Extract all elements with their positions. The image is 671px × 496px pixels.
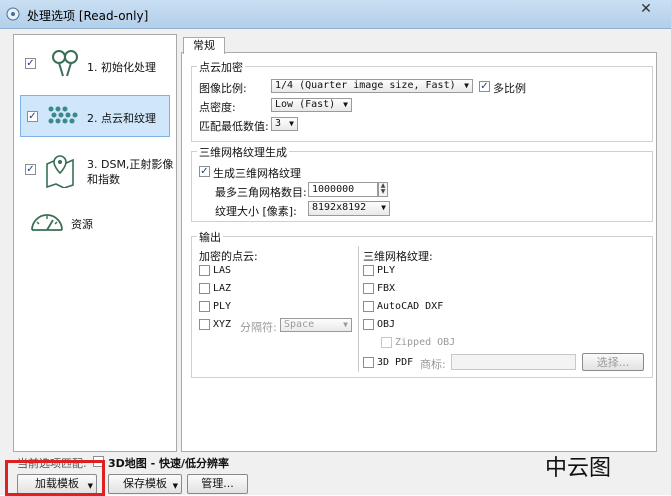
save-template-label: 保存模板: [123, 477, 167, 490]
point-density-value: Low (Fast): [275, 99, 336, 110]
mesh-group-title: 三维网格纹理生成: [197, 144, 289, 160]
delimiter-select[interactable]: Space ▼: [280, 318, 352, 332]
generate-mesh-checkbox[interactable]: ✓: [199, 166, 210, 177]
generate-mesh-label: 生成三维网格纹理: [213, 167, 301, 180]
save-template-button[interactable]: 保存模板 ▼: [108, 474, 182, 494]
chevron-down-icon: ▼: [289, 119, 294, 128]
sidebar-item-dsm-label-line2[interactable]: 和指数: [87, 171, 120, 187]
min-matches-label: 匹配最低数值:: [199, 120, 269, 133]
point-cloud-group-title: 点云加密: [197, 59, 245, 75]
watermark-text: 中云图: [545, 456, 612, 481]
obj-label: OBJ: [377, 319, 396, 330]
map-marker-icon: [46, 155, 74, 188]
pdf-label: 3D PDF: [377, 357, 414, 368]
chevron-down-icon: ▼: [464, 81, 469, 90]
point-cloud-icon: [48, 106, 78, 124]
chevron-down-icon: ▼: [343, 320, 348, 329]
output-divider: [358, 246, 359, 372]
gauge-icon: [31, 214, 63, 231]
point-density-label: 点密度:: [199, 101, 236, 114]
image-scale-select[interactable]: 1/4 (Quarter image size, Fast) ▼: [271, 79, 473, 93]
manage-button[interactable]: 管理...: [187, 474, 248, 494]
sidebar-item-init-checkbox[interactable]: ✓: [25, 58, 36, 69]
point-density-select[interactable]: Low (Fast) ▼: [271, 98, 352, 112]
chevron-down-icon: ▼: [343, 100, 348, 109]
highlight-box: [5, 460, 105, 496]
current-template-name: 3D地图 - 快速/低分辨率: [108, 457, 230, 470]
laz-checkbox[interactable]: [199, 283, 210, 294]
init-processing-icon: [52, 50, 78, 77]
ply-mesh-checkbox[interactable]: [363, 265, 374, 276]
logo-path-input[interactable]: [451, 354, 576, 370]
ply-dense-checkbox[interactable]: [199, 301, 210, 312]
obj-checkbox[interactable]: [363, 319, 374, 330]
texture-size-select[interactable]: 8192x8192 ▼: [308, 201, 390, 216]
sidebar-item-pointcloud-checkbox[interactable]: ✓: [27, 111, 38, 122]
las-checkbox[interactable]: [199, 265, 210, 276]
max-triangles-label: 最多三角网格数目:: [215, 186, 307, 199]
texture-size-value: 8192x8192: [312, 202, 367, 213]
mesh-output-title: 三维网格纹理:: [363, 250, 433, 263]
close-button[interactable]: ✕: [632, 0, 660, 20]
laz-label: LAZ: [213, 283, 232, 294]
max-triangles-stepper[interactable]: ▲ ▼: [378, 182, 388, 197]
ply-mesh-label: PLY: [377, 265, 396, 276]
tab-general[interactable]: 常规: [183, 37, 225, 54]
max-triangles-input[interactable]: 1000000: [308, 182, 378, 197]
min-matches-select[interactable]: 3 ▼: [271, 117, 298, 131]
output-group-title: 输出: [197, 229, 223, 245]
dxf-label: AutoCAD DXF: [377, 301, 444, 312]
sidebar-item-init-label[interactable]: 1. 初始化处理: [87, 59, 156, 75]
select-logo-button[interactable]: 选择...: [582, 353, 644, 371]
dense-point-cloud-title: 加密的点云:: [199, 250, 258, 263]
image-scale-label: 图像比例:: [199, 82, 247, 95]
xyz-label: XYZ: [213, 319, 232, 330]
texture-size-label: 纹理大小 [像素]:: [215, 205, 297, 218]
zipped-obj-label: Zipped OBJ: [395, 337, 456, 348]
ply-dense-label: PLY: [213, 301, 232, 312]
min-matches-value: 3: [275, 118, 282, 129]
las-label: LAS: [213, 265, 232, 276]
app-icon: [6, 7, 20, 21]
delimiter-label: 分隔符:: [240, 321, 277, 334]
multi-scale-label: 多比例: [493, 82, 526, 95]
delimiter-value: Space: [284, 319, 315, 330]
image-scale-value: 1/4 (Quarter image size, Fast): [275, 80, 456, 91]
sidebar-item-dsm-label-line1[interactable]: 3. DSM,正射影像: [87, 156, 173, 172]
zipped-obj-checkbox[interactable]: [381, 337, 392, 348]
sidebar-item-dsm-checkbox[interactable]: ✓: [25, 164, 36, 175]
dxf-checkbox[interactable]: [363, 301, 374, 312]
logo-label: 商标:: [420, 358, 446, 371]
sidebar-item-resources-label[interactable]: 资源: [71, 216, 93, 232]
fbx-checkbox[interactable]: [363, 283, 374, 294]
chevron-down-icon: ▼: [381, 203, 386, 212]
fbx-label: FBX: [377, 283, 396, 294]
title-bar: 处理选项 [Read-only] ✕: [0, 0, 671, 29]
window-title: 处理选项 [Read-only]: [27, 9, 149, 23]
xyz-checkbox[interactable]: [199, 319, 210, 330]
pdf-checkbox[interactable]: [363, 357, 374, 368]
sidebar-item-pointcloud-label[interactable]: 2. 点云和纹理: [87, 110, 156, 126]
dropdown-arrow-icon: ▼: [172, 482, 178, 490]
multi-scale-checkbox[interactable]: ✓: [479, 81, 490, 92]
